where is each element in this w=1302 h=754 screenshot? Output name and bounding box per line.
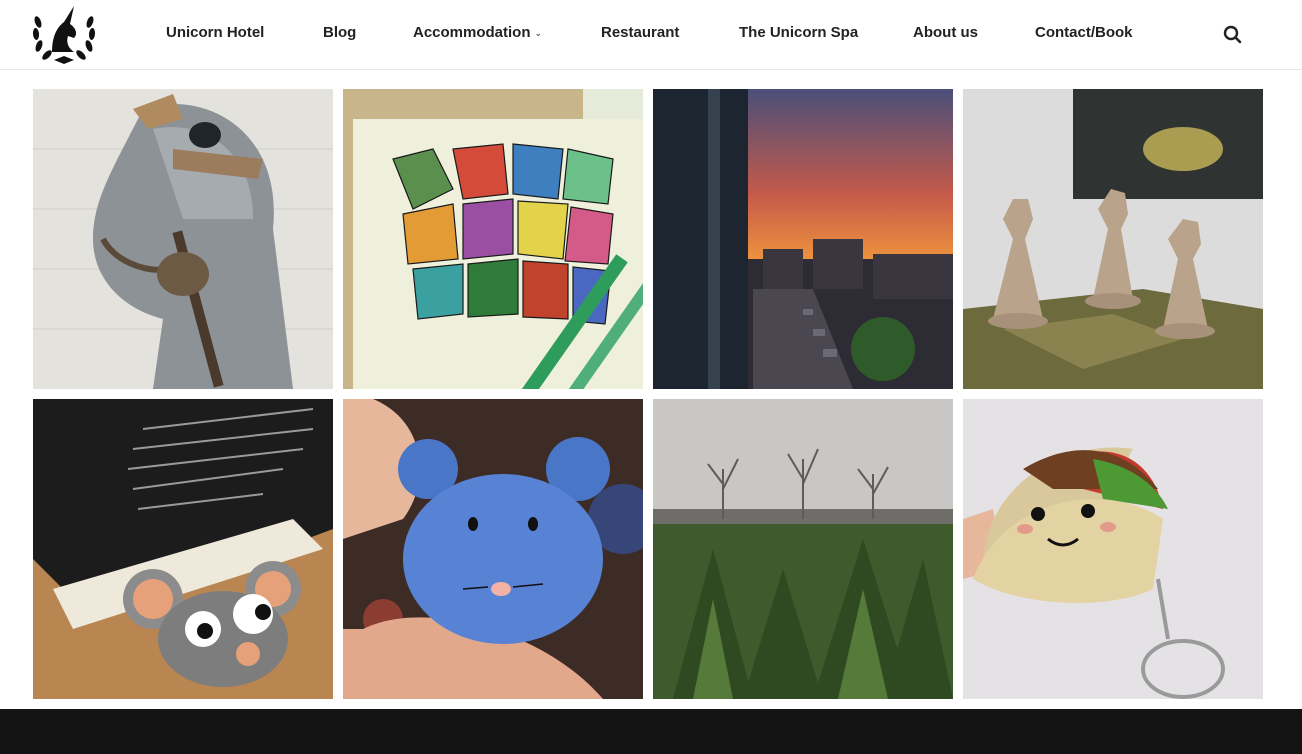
gallery-image-crochet-taco[interactable]	[963, 399, 1263, 699]
gallery-image-board-game-figures[interactable]	[963, 89, 1263, 389]
nav-label: Contact/Book	[1035, 24, 1133, 41]
nav-item-about-us[interactable]: About us	[913, 24, 978, 41]
nav-item-unicorn-hotel[interactable]: Unicorn Hotel	[166, 24, 264, 41]
nav-item-accommodation[interactable]: Accommodation ⌄	[413, 24, 542, 41]
gallery-image-tree-field[interactable]	[653, 399, 953, 699]
nav-label: Restaurant	[601, 24, 680, 41]
nav-label: About us	[913, 24, 978, 41]
gallery-image-sunset-street[interactable]	[653, 89, 953, 389]
unicorn-laurel-logo-icon[interactable]	[30, 0, 98, 66]
nav-label: Accommodation	[413, 24, 531, 41]
instagram-gallery	[33, 89, 1263, 699]
gallery-image-crochet-mouse-book[interactable]	[33, 399, 333, 699]
site-footer	[0, 709, 1302, 754]
site-header: Unicorn Hotel Blog Accommodation ⌄ Restau…	[0, 0, 1302, 70]
chevron-down-icon: ⌄	[534, 27, 543, 38]
gallery-image-rocking-horse[interactable]	[33, 89, 333, 389]
gallery-image-geometric-drawing[interactable]	[343, 89, 643, 389]
nav-item-blog[interactable]: Blog	[323, 24, 356, 41]
gallery-image-blue-crochet-mouse[interactable]	[343, 399, 643, 699]
nav-label: Blog	[323, 24, 357, 41]
nav-label: The Unicorn Spa	[739, 24, 859, 41]
nav-item-restaurant[interactable]: Restaurant	[601, 24, 679, 41]
nav-label: Unicorn Hotel	[166, 24, 265, 41]
nav-item-contact-book[interactable]: Contact/Book	[1035, 24, 1133, 41]
search-icon[interactable]	[1222, 24, 1244, 46]
nav-item-unicorn-spa[interactable]: The Unicorn Spa	[739, 24, 858, 41]
